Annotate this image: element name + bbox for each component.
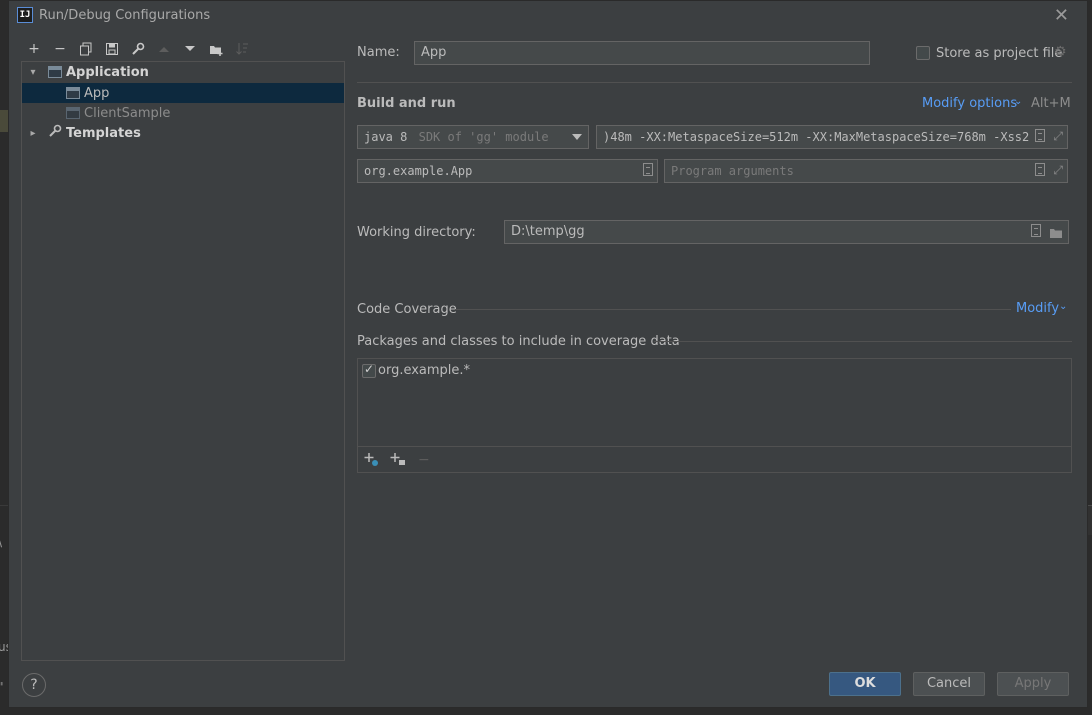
temporary-config-icon <box>66 107 80 119</box>
dropdown-arrow-icon <box>572 134 582 140</box>
wrench-icon <box>48 124 64 142</box>
modify-link[interactable]: Modify <box>1016 301 1059 316</box>
background-text: \ <box>0 535 2 549</box>
folder-icon[interactable] <box>1049 224 1064 243</box>
name-label: Name: <box>357 45 400 60</box>
separator <box>357 82 1072 83</box>
run-debug-configurations-dialog: IJ Run/Debug Configurations ✕ + − ▾ Appl… <box>8 0 1088 708</box>
chevron-down-icon[interactable]: ▾ <box>26 67 40 78</box>
add-class-icon[interactable] <box>364 452 378 470</box>
modify-options-shortcut: Alt+M <box>1031 96 1071 111</box>
background-text: " <box>0 680 4 694</box>
wrench-icon[interactable] <box>127 39 149 59</box>
copy-icon[interactable] <box>75 39 97 59</box>
name-field[interactable]: App <box>414 41 870 65</box>
application-config-icon <box>48 66 62 78</box>
main-class-field[interactable]: org.example.App <box>357 159 658 183</box>
close-icon[interactable]: ✕ <box>1054 5 1069 26</box>
working-directory-field[interactable]: D:\temp\gg <box>504 220 1069 244</box>
remove-icon[interactable]: − <box>418 452 430 468</box>
main-class-value: org.example.App <box>364 164 473 178</box>
jre-value: java 8 <box>364 130 408 144</box>
tree-item-app[interactable]: App <box>22 83 344 103</box>
tree-item-label: ClientSample <box>84 105 171 121</box>
browse-class-icon[interactable] <box>643 163 653 176</box>
cancel-button[interactable]: Cancel <box>913 672 985 696</box>
background-ide-strip: \ us " <box>0 0 12 715</box>
configurations-tree: ▾ Application App ClientSample ▸ Templat… <box>21 61 345 661</box>
working-directory-value: D:\temp\gg <box>511 224 585 239</box>
field-icons: ⤢ <box>1035 163 1063 177</box>
chevron-down-icon[interactable]: ⌄ <box>1014 96 1022 107</box>
program-arguments-field[interactable]: Program arguments ⤢ <box>664 159 1068 183</box>
coverage-packages-list: org.example.* − <box>357 358 1072 473</box>
package-checkbox[interactable] <box>362 362 376 378</box>
jre-hint: SDK of 'gg' module <box>418 130 549 144</box>
intellij-logo-icon: IJ <box>17 7 33 23</box>
modify-options-link[interactable]: Modify options <box>922 96 1017 111</box>
expand-icon[interactable]: ⤢ <box>1053 163 1063 177</box>
expand-icon[interactable]: ⤢ <box>1053 129 1063 143</box>
packages-title: Packages and classes to include in cover… <box>357 334 680 349</box>
tree-item-clientsample[interactable]: ClientSample <box>22 103 344 123</box>
separator <box>654 341 1072 342</box>
dialog-title: Run/Debug Configurations <box>39 8 211 23</box>
move-down-icon[interactable] <box>179 39 201 59</box>
tree-item-label: Application <box>66 64 149 80</box>
build-and-run-title: Build and run <box>357 96 456 111</box>
tree-item-label: App <box>84 85 110 101</box>
vm-options-field[interactable]: )48m -XX:MetaspaceSize=512m -XX:MaxMetas… <box>596 125 1068 149</box>
field-icons: ⤢ <box>1029 129 1063 143</box>
background-highlight <box>0 110 8 132</box>
field-icons <box>643 163 653 176</box>
chevron-down-icon[interactable]: ⌄ <box>1059 301 1067 312</box>
vm-options-value: )48m -XX:MetaspaceSize=512m -XX:MaxMetas… <box>603 130 1037 144</box>
tree-item-application[interactable]: ▾ Application <box>22 62 344 82</box>
add-icon[interactable]: + <box>23 39 45 59</box>
gear-icon[interactable]: ⚙ <box>1054 44 1067 60</box>
document-icon[interactable] <box>1035 129 1046 142</box>
tree-item-label: Templates <box>66 125 141 141</box>
configurations-toolbar: + − <box>23 39 253 59</box>
separator <box>455 309 1011 310</box>
code-coverage-title: Code Coverage <box>357 302 457 317</box>
working-directory-label: Working directory: <box>357 225 476 240</box>
store-as-project-file-checkbox[interactable] <box>916 46 930 60</box>
help-button[interactable]: ? <box>22 673 46 697</box>
package-name: org.example.* <box>378 363 471 378</box>
new-folder-icon[interactable] <box>205 39 227 59</box>
program-arguments-placeholder: Program arguments <box>671 164 794 178</box>
document-icon[interactable] <box>1031 224 1041 237</box>
move-up-icon[interactable] <box>153 39 175 59</box>
field-icons <box>1031 224 1064 243</box>
store-as-project-file-label: Store as project file <box>936 46 1063 61</box>
document-icon[interactable] <box>1035 163 1046 176</box>
remove-icon[interactable]: − <box>49 39 71 59</box>
add-package-icon[interactable] <box>390 452 406 470</box>
tree-item-templates[interactable]: ▸ Templates <box>22 123 344 143</box>
jre-dropdown[interactable]: java 8 SDK of 'gg' module <box>357 125 589 149</box>
coverage-toolbar: − <box>358 446 1071 472</box>
ok-button[interactable]: OK <box>829 672 901 696</box>
save-icon[interactable] <box>101 39 123 59</box>
apply-button[interactable]: Apply <box>997 672 1069 696</box>
chevron-right-icon[interactable]: ▸ <box>26 128 40 139</box>
application-config-icon <box>66 87 80 99</box>
title-bar: IJ Run/Debug Configurations ✕ <box>9 1 1087 31</box>
sort-icon[interactable] <box>231 39 253 59</box>
